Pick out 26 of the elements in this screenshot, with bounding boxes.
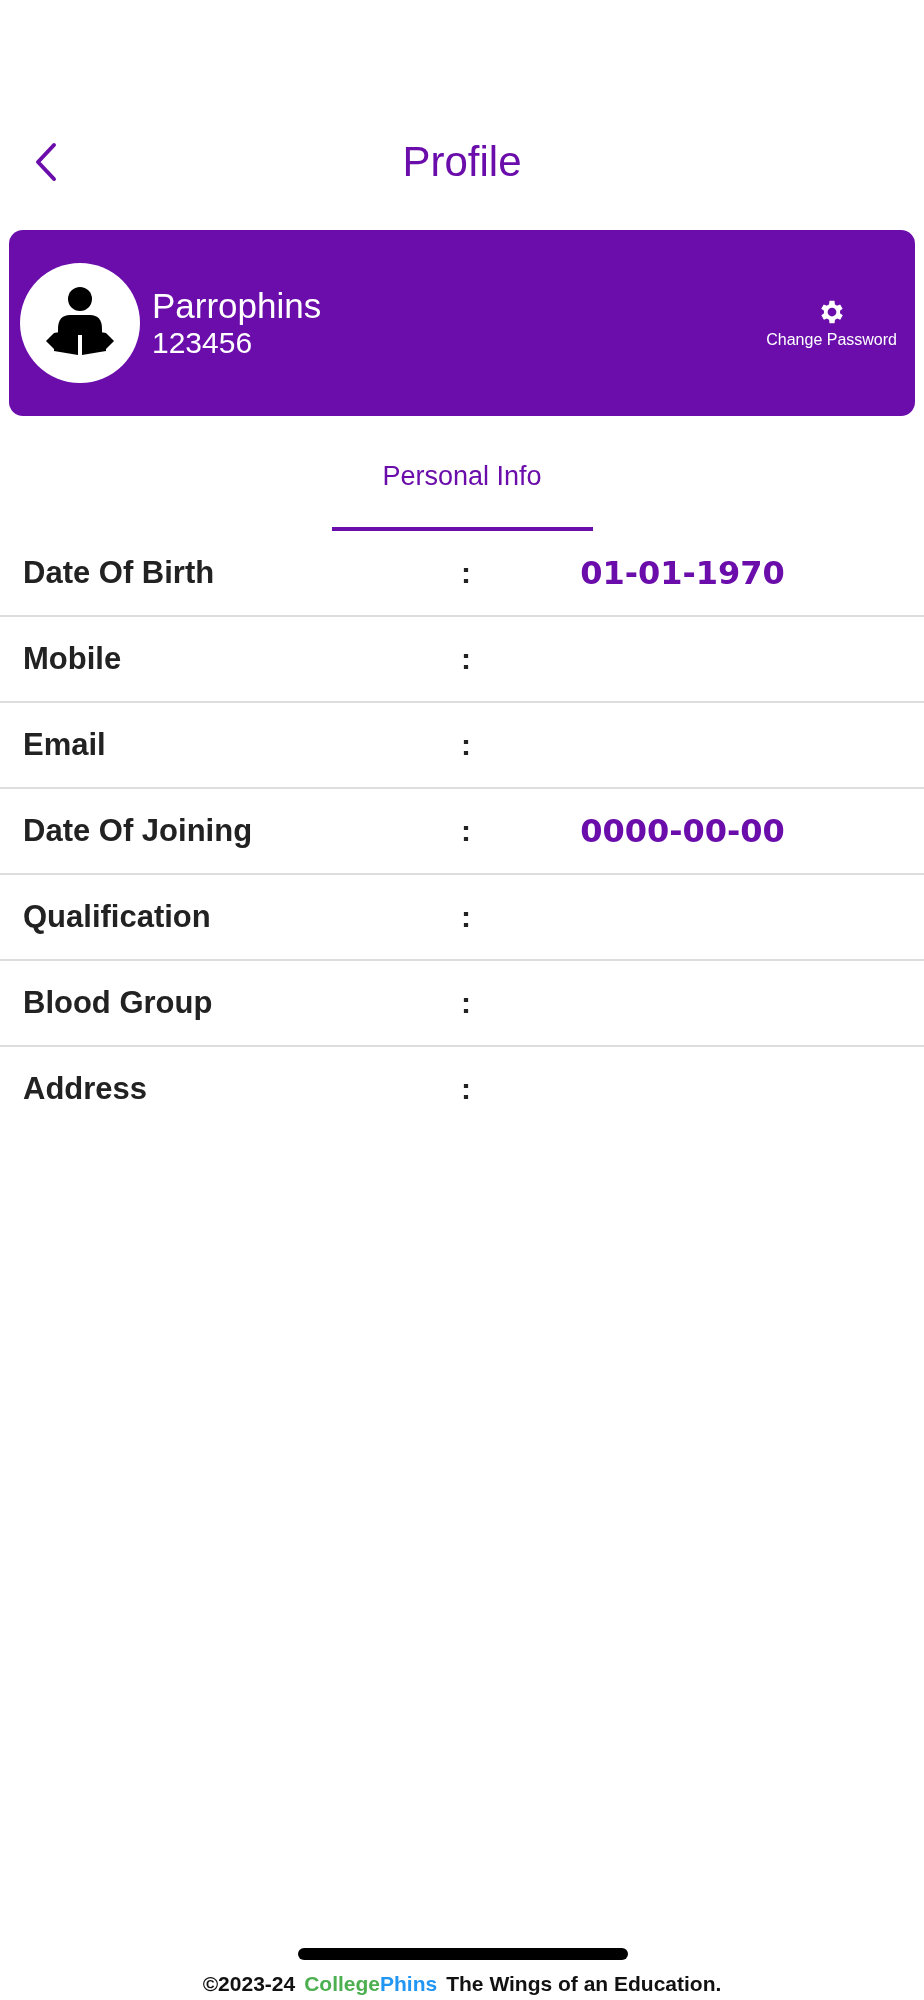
field-value: 0000-00-00 <box>580 812 785 850</box>
separator: : <box>461 556 472 590</box>
brand-name: Phins <box>380 1972 438 1995</box>
separator: : <box>461 728 472 762</box>
field-label: Blood Group <box>23 985 214 1021</box>
field-label: Date Of Joining <box>23 813 254 849</box>
user-name: Parrophins <box>152 286 323 326</box>
tagline: The Wings of an Education. <box>446 1972 722 1996</box>
change-password-button[interactable]: Change Password <box>766 297 897 349</box>
field-label: Date Of Birth <box>23 555 216 591</box>
separator: : <box>461 1072 472 1106</box>
field-value: 01-01-1970 <box>580 554 785 592</box>
brand-name: College <box>304 1972 381 1995</box>
copyright-text: ©2023-24 <box>202 1972 296 1996</box>
back-icon[interactable] <box>34 142 58 182</box>
separator: : <box>461 814 472 848</box>
separator: : <box>461 986 472 1020</box>
field-label: Mobile <box>23 641 123 677</box>
separator: : <box>461 642 472 676</box>
field-label: Address <box>23 1071 149 1107</box>
tab[interactable]: Personal Info <box>331 426 593 531</box>
field-label: Email <box>23 727 107 763</box>
separator: : <box>461 900 472 934</box>
page-title: Profile <box>402 138 522 186</box>
field-label: Qualification <box>23 899 212 935</box>
user-id: 123456 <box>152 326 254 360</box>
